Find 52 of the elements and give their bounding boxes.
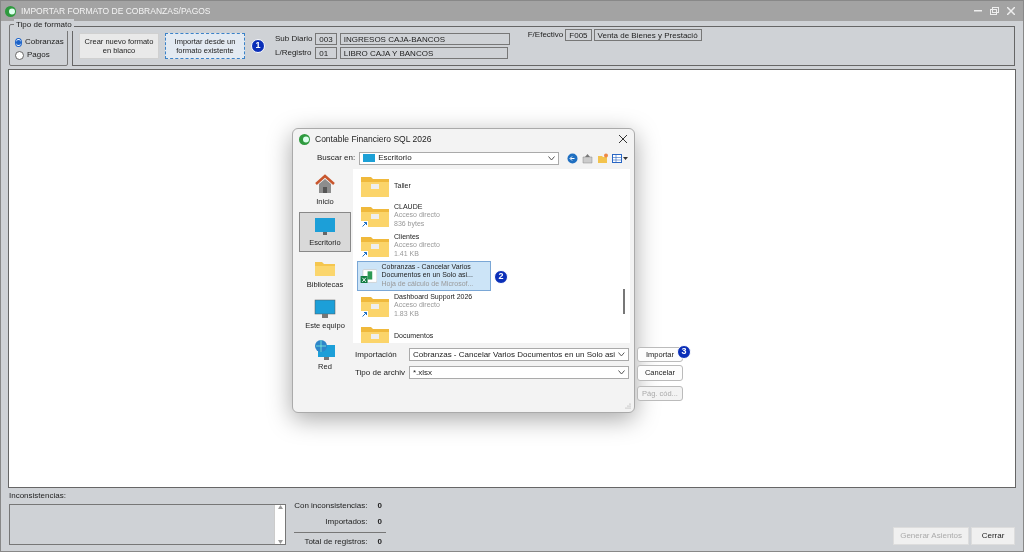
footer-button[interactable]: Cerrar: [971, 527, 1015, 545]
name-field: Venta de Bienes y Prestació: [593, 29, 702, 41]
up-folder-icon: [582, 152, 593, 164]
code-field: F005: [565, 29, 592, 41]
field-label: Tipo de archiv: [355, 366, 405, 379]
stat-value: 0: [377, 536, 382, 548]
dialog-title: Contable Financiero SQL 2026: [315, 132, 433, 146]
close-icon: [1007, 7, 1015, 15]
minimize-icon: [974, 10, 982, 12]
step-badge: 1: [251, 39, 265, 53]
close-icon: [618, 134, 628, 144]
stat-value: 0: [377, 516, 382, 528]
stat-label: Importados:: [325, 516, 368, 528]
field-label: F/Efectivo: [527, 29, 564, 41]
field-label: L/Registro: [275, 47, 313, 59]
scrollbar-thumb[interactable]: [623, 289, 625, 314]
radio-option[interactable]: Cobranzas: [15, 36, 62, 48]
look-in-dropdown[interactable]: Escritorio: [359, 151, 559, 165]
field-label: Importación: [355, 348, 398, 361]
back-icon: [567, 152, 578, 164]
caret-icon: [618, 352, 625, 358]
field-label: Inconsistencias:: [9, 490, 67, 502]
stat-label: Total de registros:: [304, 536, 368, 548]
scroll-up-icon: [277, 505, 283, 509]
file-name-field[interactable]: Cobranzas - Cancelar Varios Documentos en un Solo asi: [408, 348, 629, 362]
field-label: Sub Diario: [275, 33, 313, 45]
caret-icon: [617, 370, 625, 376]
file-type-dropdown[interactable]: *.xlsx: [408, 366, 629, 380]
window-title: IMPORTAR FORMATO DE COBRANZAS/PAGOS: [21, 4, 212, 18]
network-computer-icon: [314, 339, 336, 361]
monitor-icon: [314, 297, 336, 320]
app-logo-icon: [299, 133, 310, 145]
code-field: 003: [315, 33, 337, 45]
desktop-icon: [363, 154, 376, 162]
restore-icon: [990, 7, 999, 15]
field-label: Buscar en:: [317, 152, 356, 164]
name-field: LIBRO CAJA Y BANCOS: [339, 47, 508, 59]
stat-value: 0: [377, 500, 382, 512]
code-field: 01: [315, 47, 337, 59]
caret-icon: [548, 155, 555, 161]
inconsistencies-box[interactable]: [9, 504, 286, 545]
monitor-icon: [314, 215, 336, 238]
app-logo-icon: [5, 5, 16, 17]
group-legend: Tipo de formato: [14, 19, 74, 31]
stat-label: Con inconsistencias:: [294, 500, 368, 512]
step-badge: 2: [494, 270, 508, 284]
new-folder-icon: [597, 152, 608, 164]
radio-option[interactable]: Pagos: [15, 49, 62, 61]
scroll-down-icon: [277, 540, 283, 544]
home-icon: [314, 174, 336, 196]
name-field: INGRESOS CAJA-BANCOS: [339, 33, 510, 45]
view-menu-icon: [612, 152, 628, 164]
